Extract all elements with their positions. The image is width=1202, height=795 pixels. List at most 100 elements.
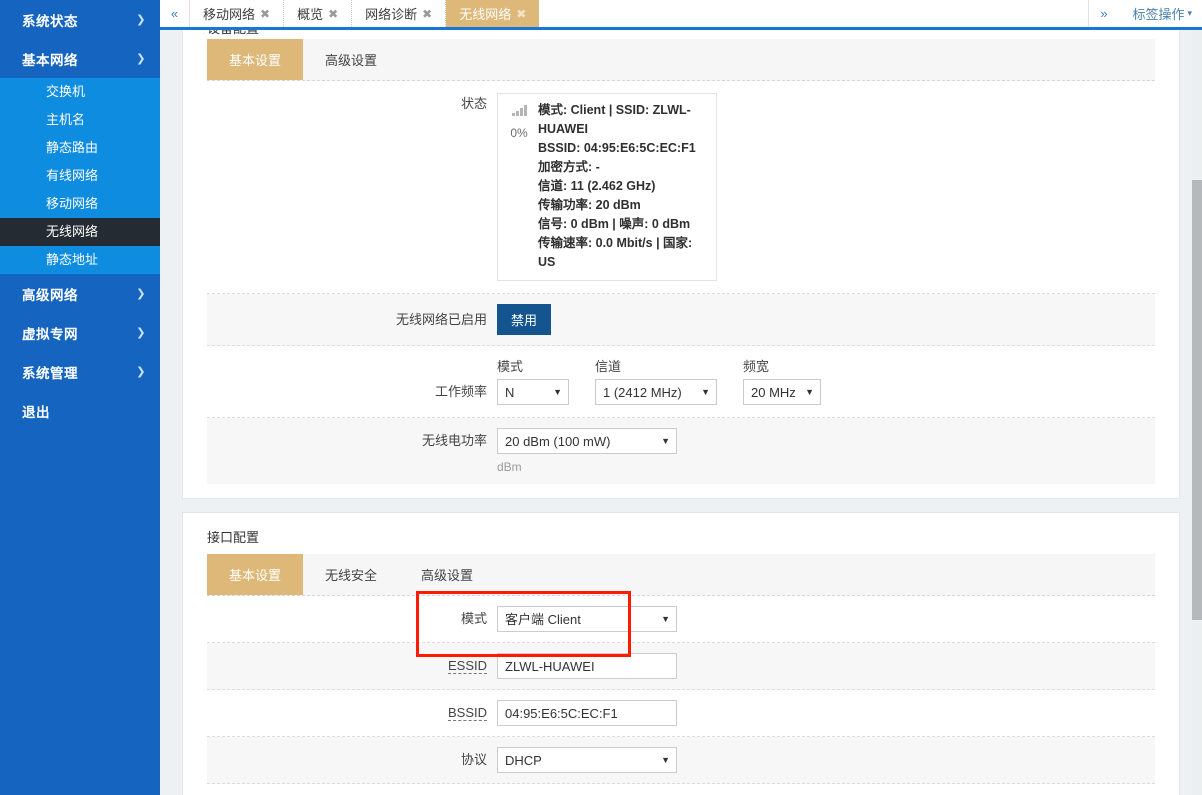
radio-power-control: 20 dBm (100 mW) ▼ dBm xyxy=(497,428,1155,474)
row-status: 状态 0% 模式: Client | SSID: ZLWL-HUAWEI BSS… xyxy=(207,81,1155,294)
wireless-enabled-label: 无线网络已启用 xyxy=(207,309,497,331)
status-line-encryption: 加密方式: - xyxy=(538,158,707,177)
close-icon[interactable]: ✖ xyxy=(260,7,270,21)
chevron-down-icon: ❯ xyxy=(136,52,146,65)
sidebar-item-switch[interactable]: 交换机 xyxy=(0,78,160,106)
mode-select-wrap: 客户端 Client ▼ xyxy=(497,606,677,632)
main-content: 设备配置 基本设置 高级设置 状态 0% xyxy=(160,30,1202,795)
tab-interface-wireless-security[interactable]: 无线安全 xyxy=(303,554,399,595)
sidebar-item-wireless-network[interactable]: 无线网络 xyxy=(0,218,160,246)
sidebar-item-static-routes[interactable]: 静态路由 xyxy=(0,134,160,162)
tabs-scroll-left-icon[interactable]: « xyxy=(160,0,190,27)
tabs-scroll-right-icon[interactable]: » xyxy=(1088,0,1118,27)
sidebar-item-hostname[interactable]: 主机名 xyxy=(0,106,160,134)
status-label: 状态 xyxy=(207,93,497,115)
sidebar-item-mobile-network[interactable]: 移动网络 xyxy=(0,190,160,218)
frequency-mode-caption: 模式 xyxy=(497,356,569,375)
protocol-control: DHCP ▼ xyxy=(497,747,1155,773)
mode-label: 模式 xyxy=(207,608,497,630)
essid-label: ESSID xyxy=(207,655,497,677)
tab-overview[interactable]: 概览 ✖ xyxy=(284,0,352,27)
close-icon[interactable]: ✖ xyxy=(422,7,432,21)
row-operating-frequency: 工作频率 模式 N ▼ 信道 xyxy=(207,346,1155,418)
chevron-right-icon: ❯ xyxy=(136,287,146,300)
page-root: 系统状态 ❯ 基本网络 ❯ 交换机 主机名 静态路由 有线网络 移动网络 无线网… xyxy=(0,0,1202,795)
frequency-mode-group: 模式 N ▼ xyxy=(497,356,569,405)
essid-input[interactable] xyxy=(497,653,677,679)
mode-select[interactable]: 客户端 Client xyxy=(497,606,677,632)
sidebar-group-label: 高级网络 xyxy=(22,284,78,304)
close-icon[interactable]: ✖ xyxy=(516,7,526,21)
device-config-panel: 设备配置 基本设置 高级设置 状态 0% xyxy=(182,30,1180,499)
tab-label: 无线网络 xyxy=(459,4,511,23)
tab-actions-label: 标签操作 xyxy=(1132,4,1184,23)
vertical-scrollbar-track[interactable] xyxy=(1192,30,1202,795)
status-line-mode-ssid: 模式: Client | SSID: ZLWL-HUAWEI xyxy=(538,101,707,139)
row-bridge: 桥接 警告：这会禁用LAN接口DHCP功能 xyxy=(207,784,1155,795)
essid-control xyxy=(497,653,1155,679)
device-config-rows: 状态 0% 模式: Client | SSID: ZLWL-HUAWEI BSS… xyxy=(207,81,1155,484)
tab-label: 网络诊断 xyxy=(365,4,417,23)
disable-wireless-button[interactable]: 禁用 xyxy=(497,304,551,335)
frequency-channel-select[interactable]: 1 (2412 MHz) xyxy=(595,379,717,405)
sidebar-group-vpn[interactable]: 虚拟专网 ❯ xyxy=(0,313,160,352)
status-lines: 模式: Client | SSID: ZLWL-HUAWEI BSSID: 04… xyxy=(538,101,707,272)
device-config-tabstrip: 基本设置 高级设置 xyxy=(207,39,1155,81)
bssid-control xyxy=(497,700,1155,726)
status-line-txpower: 传输功率: 20 dBm xyxy=(538,196,707,215)
interface-config-rows: 模式 客户端 Client ▼ ESSID BSSID xyxy=(207,596,1155,795)
operating-frequency-label: 工作频率 xyxy=(207,379,497,405)
tab-label: 移动网络 xyxy=(203,4,255,23)
frequency-channel-caption: 信道 xyxy=(595,356,717,375)
status-line-bitrate-country: 传输速率: 0.0 Mbit/s | 国家: US xyxy=(538,234,707,272)
tab-interface-basic-settings[interactable]: 基本设置 xyxy=(207,554,303,595)
status-line-signal-noise: 信号: 0 dBm | 噪声: 0 dBm xyxy=(538,215,707,234)
sidebar-group-label: 虚拟专网 xyxy=(22,323,78,343)
mode-control: 客户端 Client ▼ xyxy=(497,606,1155,632)
row-wireless-enabled: 无线网络已启用 禁用 xyxy=(207,294,1155,346)
frequency-width-select[interactable]: 20 MHz xyxy=(743,379,821,405)
tab-interface-advanced-settings[interactable]: 高级设置 xyxy=(399,554,495,595)
chevron-right-icon: ❯ xyxy=(136,365,146,378)
sidebar: 系统状态 ❯ 基本网络 ❯ 交换机 主机名 静态路由 有线网络 移动网络 无线网… xyxy=(0,0,160,795)
vertical-scrollbar-thumb[interactable] xyxy=(1192,180,1202,620)
chevron-right-icon: ❯ xyxy=(136,13,146,26)
tab-network-diagnostics[interactable]: 网络诊断 ✖ xyxy=(352,0,446,27)
tab-label: 概览 xyxy=(297,4,323,23)
radio-power-select[interactable]: 20 dBm (100 mW) xyxy=(497,428,677,454)
frequency-channel-select-wrap: 1 (2412 MHz) ▼ xyxy=(595,379,717,405)
frequency-width-caption: 频宽 xyxy=(743,356,821,375)
frequency-mode-select-wrap: N ▼ xyxy=(497,379,569,405)
sidebar-group-system-status[interactable]: 系统状态 ❯ xyxy=(0,0,160,39)
protocol-label: 协议 xyxy=(207,749,497,771)
sidebar-group-advanced-network[interactable]: 高级网络 ❯ xyxy=(0,274,160,313)
interface-config-panel: 接口配置 基本设置 无线安全 高级设置 模式 客户端 Client ▼ xyxy=(182,512,1180,795)
protocol-select[interactable]: DHCP xyxy=(497,747,677,773)
tab-list: 移动网络 ✖ 概览 ✖ 网络诊断 ✖ 无线网络 ✖ xyxy=(190,0,1088,27)
bssid-input[interactable] xyxy=(497,700,677,726)
status-value: 0% 模式: Client | SSID: ZLWL-HUAWEI BSSID:… xyxy=(497,93,1155,281)
row-mode: 模式 客户端 Client ▼ xyxy=(207,596,1155,643)
interface-config-title: 接口配置 xyxy=(183,513,1179,554)
signal-percent: 0% xyxy=(506,124,532,143)
frequency-mode-select[interactable]: N xyxy=(497,379,569,405)
sidebar-item-static-address[interactable]: 静态地址 xyxy=(0,246,160,274)
close-icon[interactable]: ✖ xyxy=(328,7,338,21)
chevron-down-icon: ▾ xyxy=(1187,8,1192,19)
tab-mobile-network[interactable]: 移动网络 ✖ xyxy=(190,0,284,27)
tab-device-basic-settings[interactable]: 基本设置 xyxy=(207,39,303,80)
sidebar-submenu-basic-network: 交换机 主机名 静态路由 有线网络 移动网络 无线网络 静态地址 xyxy=(0,78,160,274)
tab-actions-menu[interactable]: 标签操作 ▾ xyxy=(1118,0,1202,27)
row-essid: ESSID xyxy=(207,643,1155,690)
tab-wireless-network[interactable]: 无线网络 ✖ xyxy=(446,0,539,27)
sidebar-item-wired-network[interactable]: 有线网络 xyxy=(0,162,160,190)
bssid-label: BSSID xyxy=(207,702,497,724)
sidebar-group-system-admin[interactable]: 系统管理 ❯ xyxy=(0,352,160,391)
tab-device-advanced-settings[interactable]: 高级设置 xyxy=(303,39,399,80)
wireless-status-box: 0% 模式: Client | SSID: ZLWL-HUAWEI BSSID:… xyxy=(497,93,717,281)
tab-bar: « 移动网络 ✖ 概览 ✖ 网络诊断 ✖ 无线网络 ✖ » 标签操作 ▾ xyxy=(160,0,1202,30)
sidebar-group-basic-network[interactable]: 基本网络 ❯ xyxy=(0,39,160,78)
sidebar-group-label: 基本网络 xyxy=(22,49,78,69)
sidebar-item-logout[interactable]: 退出 xyxy=(0,391,160,430)
frequency-width-group: 频宽 20 MHz ▼ xyxy=(743,356,821,405)
